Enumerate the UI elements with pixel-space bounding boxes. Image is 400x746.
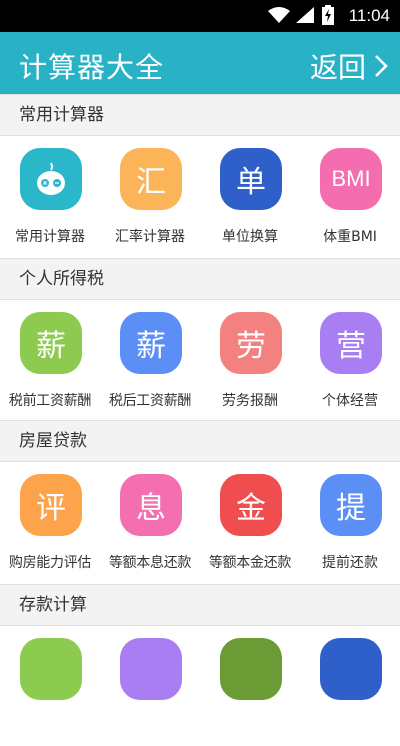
salary-icon: 薪 — [20, 312, 82, 374]
interest-icon: 息 — [120, 474, 182, 536]
item-bmi[interactable]: BMI 体重BMI — [300, 136, 400, 256]
prepay-icon: 提 — [320, 474, 382, 536]
item-label: 常用计算器 — [15, 229, 85, 245]
item-label: 个体经营 — [322, 393, 378, 409]
grid-income-tax: 薪 税前工资薪酬 薪 税后工资薪酬 劳 劳务报酬 营 个体经营 — [0, 300, 400, 420]
wifi-icon — [268, 7, 290, 23]
item-label: 等额本金还款 — [208, 555, 292, 571]
item-label: 汇率计算器 — [115, 229, 185, 245]
salary-icon: 薪 — [120, 312, 182, 374]
business-icon: 营 — [320, 312, 382, 374]
grid-mortgage: 评 购房能力评估 息 等额本息还款 金 等额本金还款 提 提前还款 — [0, 462, 400, 582]
deposit-icon — [20, 638, 82, 700]
item-label: 劳务报酬 — [222, 393, 278, 409]
back-button[interactable]: 返回 — [310, 46, 388, 86]
item-unit-conversion[interactable]: 单 单位换算 — [200, 136, 300, 256]
item-equal-installment[interactable]: 息 等额本息还款 — [100, 462, 200, 582]
status-time: 11:04 — [348, 6, 390, 25]
item-purchase-ability[interactable]: 评 购房能力评估 — [0, 462, 100, 582]
item-label: 等额本息还款 — [108, 555, 192, 571]
grid-deposit — [0, 626, 400, 746]
deposit-icon — [320, 638, 382, 700]
item-deposit-4[interactable] — [300, 626, 400, 746]
bmi-icon: BMI — [320, 148, 382, 210]
principal-icon: 金 — [220, 474, 282, 536]
section-header-income-tax: 个人所得税 — [0, 258, 400, 300]
signal-icon — [296, 7, 314, 23]
item-equal-principal[interactable]: 金 等额本金还款 — [200, 462, 300, 582]
item-labor-remuneration[interactable]: 劳 劳务报酬 — [200, 300, 300, 420]
tile — [20, 148, 82, 210]
assess-icon: 评 — [20, 474, 82, 536]
robot-calculator-icon — [37, 162, 65, 195]
item-prepayment[interactable]: 提 提前还款 — [300, 462, 400, 582]
item-self-employed[interactable]: 营 个体经营 — [300, 300, 400, 420]
unit-icon: 单 — [220, 148, 282, 210]
item-deposit-3[interactable] — [200, 626, 300, 746]
section-header-mortgage: 房屋贷款 — [0, 420, 400, 462]
battery-charging-icon — [322, 5, 334, 25]
chevron-right-icon — [375, 55, 388, 77]
item-common-calculator[interactable]: 常用计算器 — [0, 136, 100, 256]
grid-common: 常用计算器 汇 汇率计算器 单 单位换算 BMI 体重BMI — [0, 136, 400, 256]
labor-icon: 劳 — [220, 312, 282, 374]
item-deposit-2[interactable] — [100, 626, 200, 746]
item-label: 税后工资薪酬 — [108, 393, 192, 409]
section-header-deposit: 存款计算 — [0, 584, 400, 626]
exchange-icon: 汇 — [120, 148, 182, 210]
item-label: 单位换算 — [222, 229, 278, 245]
back-label: 返回 — [309, 51, 366, 84]
status-bar: 11:04 — [0, 0, 400, 32]
section-header-common: 常用计算器 — [0, 94, 400, 136]
item-pretax-salary[interactable]: 薪 税前工资薪酬 — [0, 300, 100, 420]
item-exchange-rate[interactable]: 汇 汇率计算器 — [100, 136, 200, 256]
deposit-icon — [120, 638, 182, 700]
item-label: 体重BMI — [323, 229, 377, 245]
item-deposit-1[interactable] — [0, 626, 100, 746]
item-aftertax-salary[interactable]: 薪 税后工资薪酬 — [100, 300, 200, 420]
deposit-icon — [220, 638, 282, 700]
page-title: 计算器大全 — [19, 51, 165, 84]
item-label: 提前还款 — [322, 555, 378, 571]
app-bar: 计算器大全 返回 — [0, 32, 400, 94]
